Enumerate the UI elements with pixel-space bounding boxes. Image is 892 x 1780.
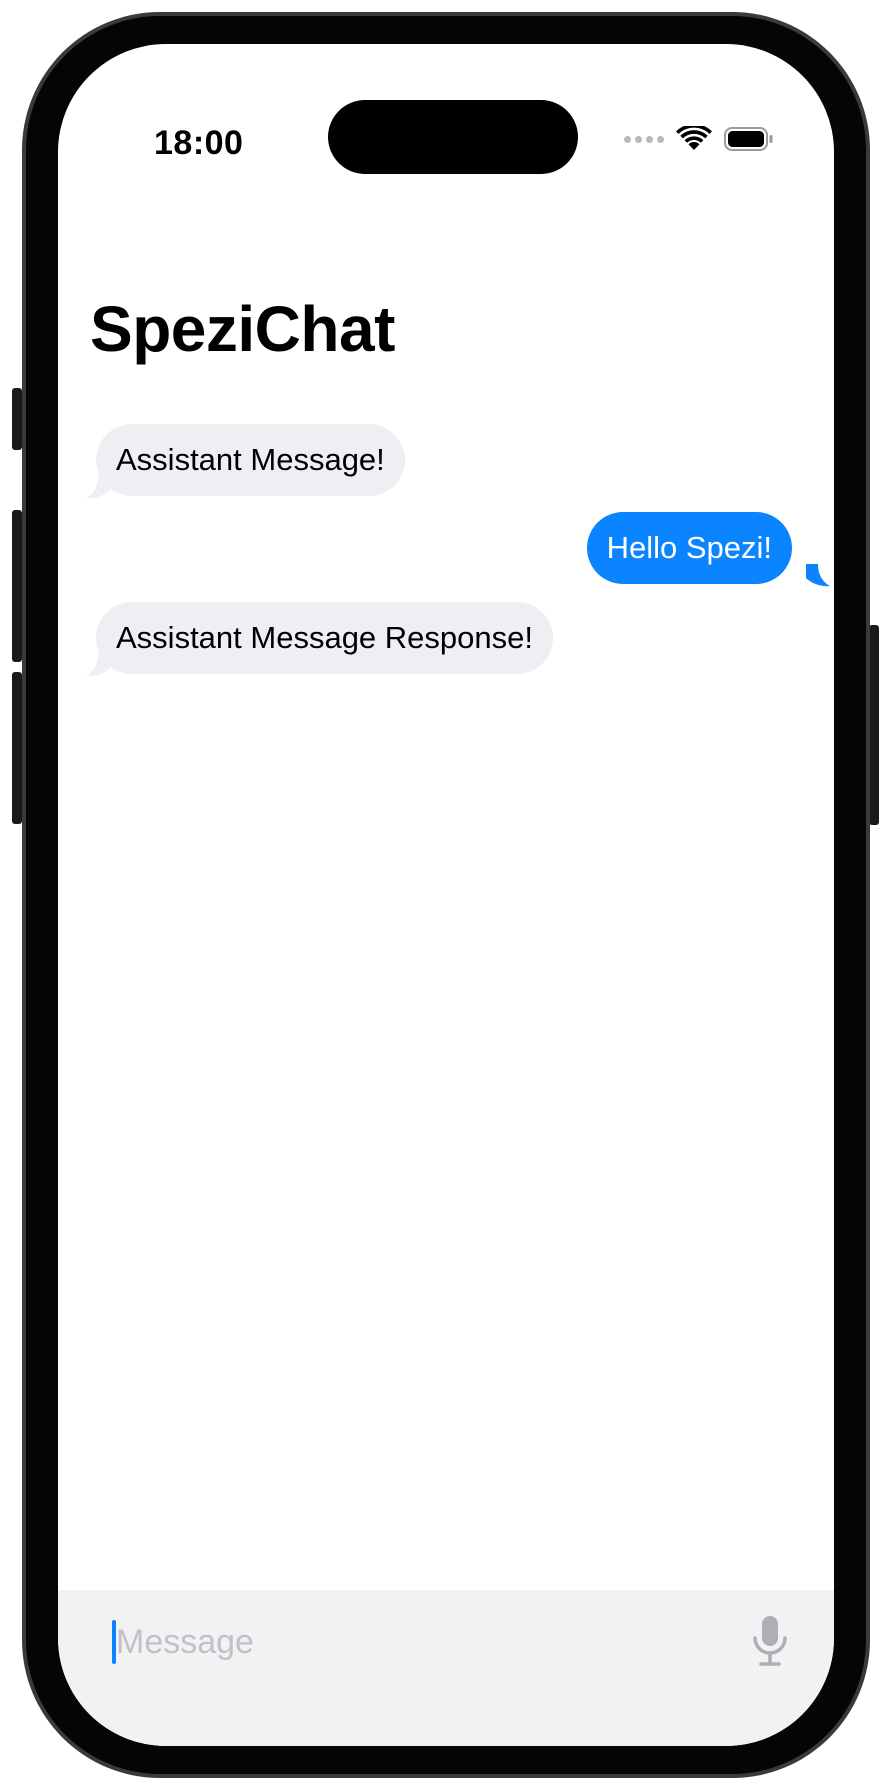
phone-frame: 18:00 SpeziChat Assistant Message! Hello… bbox=[22, 12, 870, 1778]
assistant-message-bubble: Assistant Message! bbox=[96, 424, 405, 496]
wifi-icon bbox=[676, 126, 712, 150]
assistant-message-bubble: Assistant Message Response! bbox=[96, 602, 553, 674]
screen: 18:00 SpeziChat Assistant Message! Hello… bbox=[58, 44, 834, 1746]
phone-bezel: 18:00 SpeziChat Assistant Message! Hello… bbox=[26, 16, 866, 1774]
volume-down-button[interactable] bbox=[12, 672, 22, 824]
page-title: SpeziChat bbox=[90, 293, 395, 365]
cellular-dots-icon bbox=[624, 135, 664, 143]
action-button[interactable] bbox=[12, 388, 22, 450]
power-button[interactable] bbox=[869, 625, 879, 825]
user-message-bubble: Hello Spezi! bbox=[586, 512, 792, 584]
status-icons bbox=[624, 126, 774, 152]
dynamic-island bbox=[328, 100, 578, 174]
user-bubble-tail bbox=[806, 564, 830, 587]
microphone-icon[interactable] bbox=[750, 1614, 790, 1670]
battery-icon bbox=[724, 127, 773, 151]
message-input-bar bbox=[58, 1590, 834, 1746]
volume-up-button[interactable] bbox=[12, 510, 22, 662]
page: 18:00 SpeziChat Assistant Message! Hello… bbox=[0, 0, 892, 1780]
status-time: 18:00 bbox=[154, 124, 244, 162]
message-input[interactable] bbox=[116, 1618, 636, 1666]
